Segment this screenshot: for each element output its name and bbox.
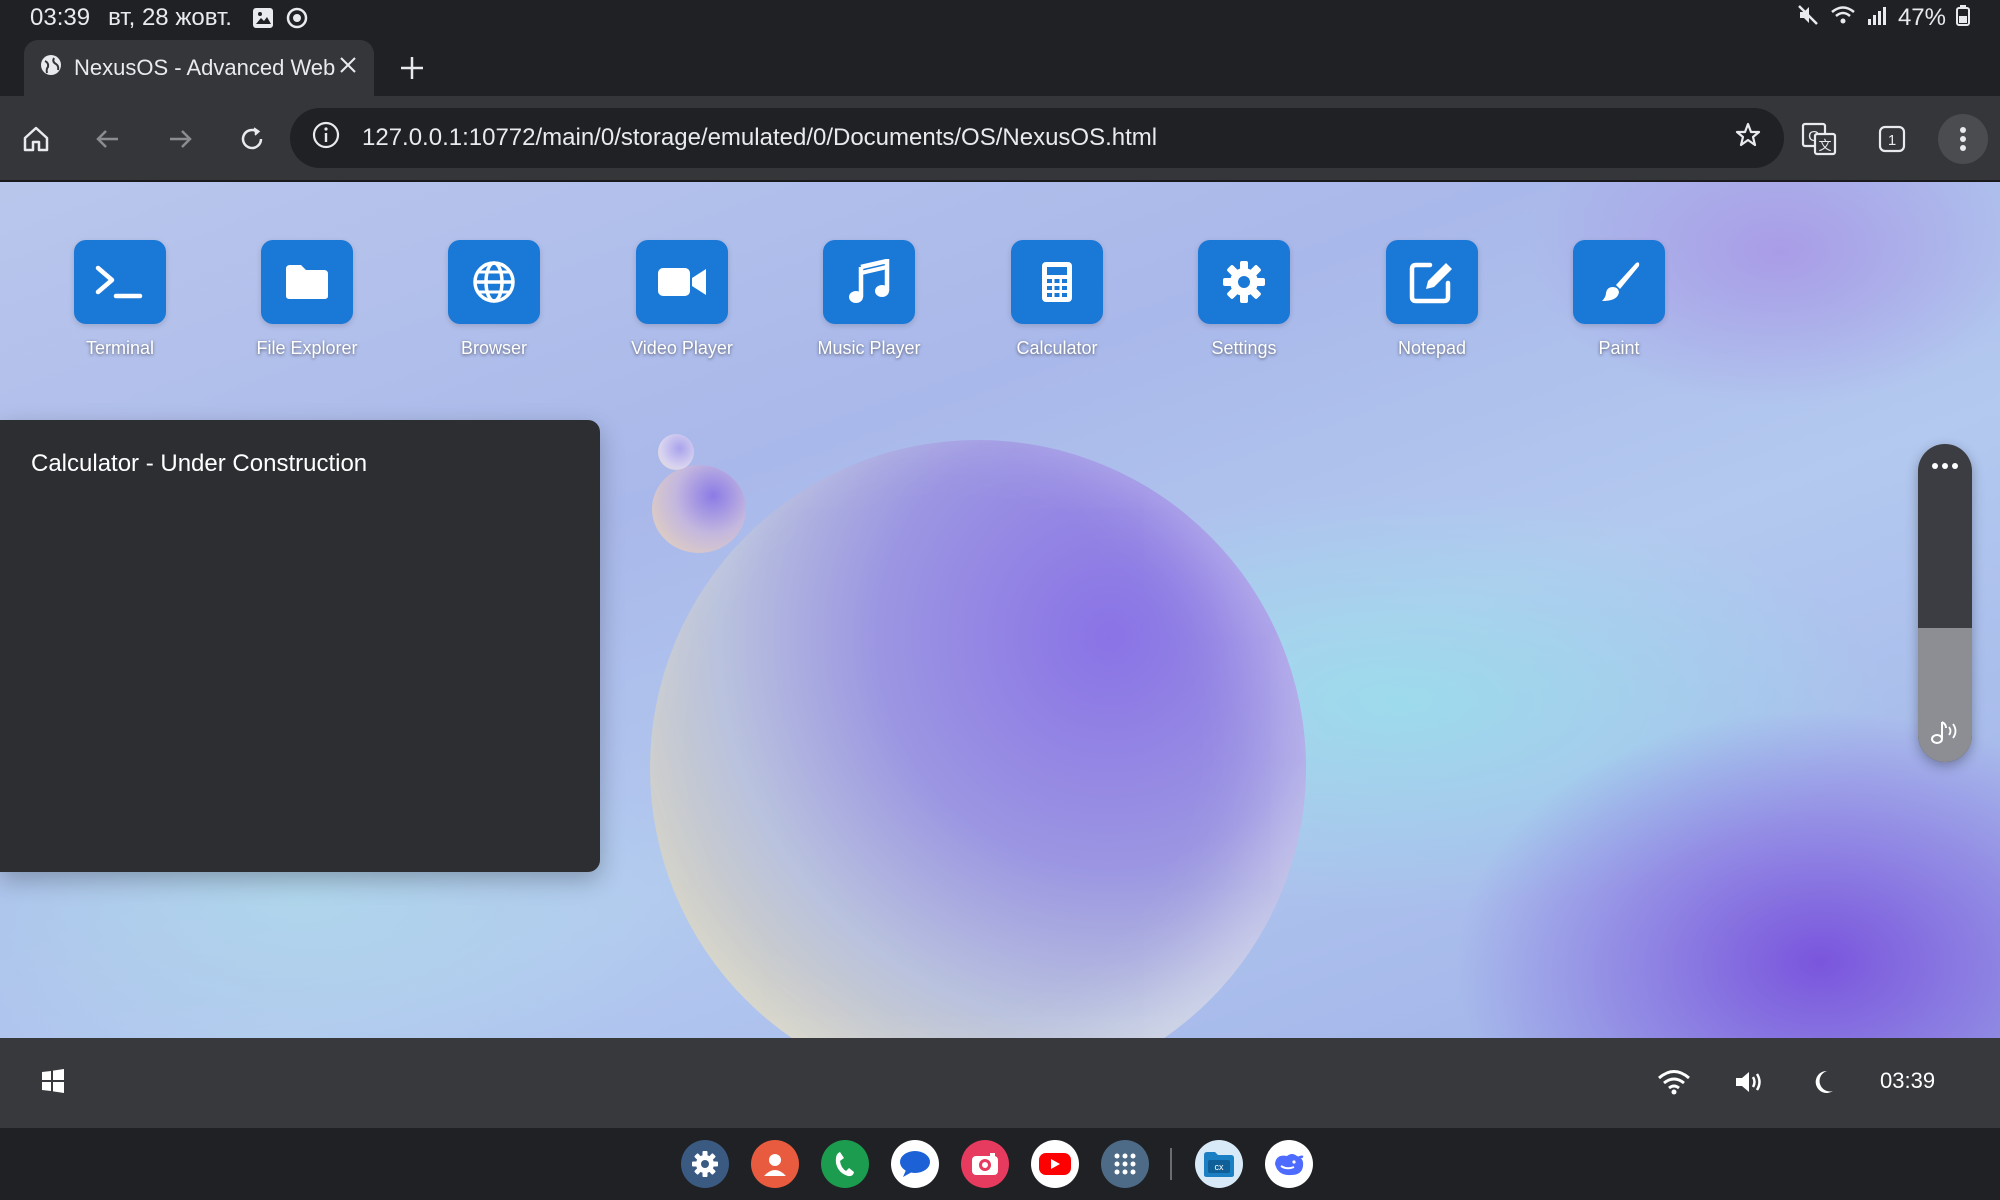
status-time: 03:39 <box>30 4 91 31</box>
contacts-app-icon[interactable] <box>751 1140 799 1188</box>
desktop-app-settings[interactable]: Settings <box>1164 240 1324 359</box>
phone-app-icon[interactable] <box>821 1140 869 1188</box>
windows-start-icon[interactable] <box>40 1068 68 1096</box>
desktop-app-video-player[interactable]: Video Player <box>602 240 762 359</box>
more-horiz-icon[interactable] <box>1918 458 1972 476</box>
translate-icon[interactable]: G文 <box>1796 116 1842 162</box>
desktop-app-file-explorer[interactable]: File Explorer <box>227 240 387 359</box>
taskbar-clock: 03:39 <box>1880 1068 1936 1093</box>
reload-icon[interactable] <box>229 116 275 162</box>
calculator-icon <box>1011 240 1103 324</box>
status-bar: 03:39 вт, 28 жовт. 47% <box>0 0 2000 36</box>
info-icon[interactable] <box>312 121 340 156</box>
app-label: Browser <box>460 338 527 358</box>
wifi-icon[interactable] <box>1656 1066 1692 1098</box>
moon-icon[interactable] <box>1808 1066 1838 1098</box>
battery-icon <box>1956 4 1970 33</box>
app-label: Terminal <box>85 338 155 358</box>
camera-app-icon[interactable] <box>961 1140 1009 1188</box>
volume-panel[interactable] <box>1918 444 1972 762</box>
edit-icon <box>1386 240 1478 324</box>
app-drawer-icon[interactable] <box>1101 1140 1149 1188</box>
signal-icon <box>1866 4 1888 33</box>
battery-level: 47% <box>1897 4 1946 31</box>
desktop-app-notepad[interactable]: Notepad <box>1352 240 1512 359</box>
desktop-app-browser[interactable]: Browser <box>414 240 574 359</box>
url-text: 127.0.0.1:10772/main/0/storage/emulated/… <box>362 124 1158 151</box>
sync-icon <box>286 7 308 29</box>
wallpaper-orb <box>650 440 1306 1038</box>
app-label: Notepad <box>1397 338 1467 358</box>
desktop: Terminal File Explorer Browser Video Pla… <box>0 182 2000 1038</box>
globe-icon <box>40 54 62 82</box>
app-label: Paint <box>1598 338 1640 358</box>
dock-separator <box>1170 1148 1172 1180</box>
volume-icon[interactable] <box>1732 1066 1768 1098</box>
more-vert-icon[interactable] <box>1938 114 1988 164</box>
new-tab-button[interactable] <box>392 48 432 88</box>
status-date: вт, 28 жовт. <box>108 4 232 31</box>
screen: 03:39 вт, 28 жовт. 47% NexusOS - Advance… <box>0 0 2000 1200</box>
wallpaper-orb-tiny <box>658 434 694 470</box>
gear-icon <box>1198 240 1290 324</box>
tab-title: NexusOS - Advanced Web <box>74 55 336 80</box>
app-label: Video Player <box>631 338 733 358</box>
app-label: Music Player <box>817 338 921 358</box>
star-icon[interactable] <box>1734 121 1762 156</box>
folder-icon <box>261 240 353 324</box>
app-label: File Explorer <box>256 338 358 358</box>
settings-app-icon[interactable] <box>681 1140 729 1188</box>
tabs-icon[interactable]: 1 <box>1869 116 1915 162</box>
wifi-icon <box>1830 4 1856 33</box>
tab-count: 1 <box>1888 132 1896 149</box>
brush-icon <box>1573 240 1665 324</box>
svg-text:文: 文 <box>1818 138 1831 153</box>
status-right: 47% <box>1796 3 1970 34</box>
globe-icon <box>448 240 540 324</box>
deepseek-app-icon[interactable] <box>1265 1140 1313 1188</box>
video-icon <box>636 240 728 324</box>
browser-tab[interactable]: NexusOS - Advanced Web <box>24 40 374 96</box>
address-bar[interactable]: 127.0.0.1:10772/main/0/storage/emulated/… <box>290 108 1784 168</box>
calculator-window[interactable]: Calculator - Under Construction <box>0 420 600 872</box>
svg-text:cx: cx <box>1215 1162 1225 1172</box>
home-icon[interactable] <box>13 116 59 162</box>
taskbar: 03:39 <box>0 1038 2000 1128</box>
music-icon <box>823 240 915 324</box>
messages-app-icon[interactable] <box>891 1140 939 1188</box>
mute-icon <box>1796 3 1820 34</box>
desktop-app-music-player[interactable]: Music Player <box>789 240 949 359</box>
browser-toolbar: 127.0.0.1:10772/main/0/storage/emulated/… <box>0 96 2000 182</box>
desktop-app-calculator[interactable]: Calculator <box>977 240 1137 359</box>
app-label: Calculator <box>1016 338 1098 358</box>
wallpaper-orb-small <box>652 465 746 553</box>
android-dock: cx <box>0 1128 2000 1200</box>
back-icon[interactable] <box>85 116 131 162</box>
close-tab-icon[interactable] <box>338 55 358 81</box>
desktop-app-terminal[interactable]: Terminal <box>40 240 200 359</box>
gallery-icon <box>252 7 274 29</box>
forward-icon[interactable] <box>157 116 203 162</box>
tab-strip: NexusOS - Advanced Web <box>0 36 2000 96</box>
window-title: Calculator - Under Construction <box>31 450 368 477</box>
music-note-icon <box>1930 719 1960 750</box>
youtube-app-icon[interactable] <box>1031 1140 1079 1188</box>
terminal-icon <box>74 240 166 324</box>
file-manager-app-icon[interactable]: cx <box>1195 1140 1243 1188</box>
app-label: Settings <box>1211 338 1277 358</box>
desktop-app-paint[interactable]: Paint <box>1539 240 1699 359</box>
